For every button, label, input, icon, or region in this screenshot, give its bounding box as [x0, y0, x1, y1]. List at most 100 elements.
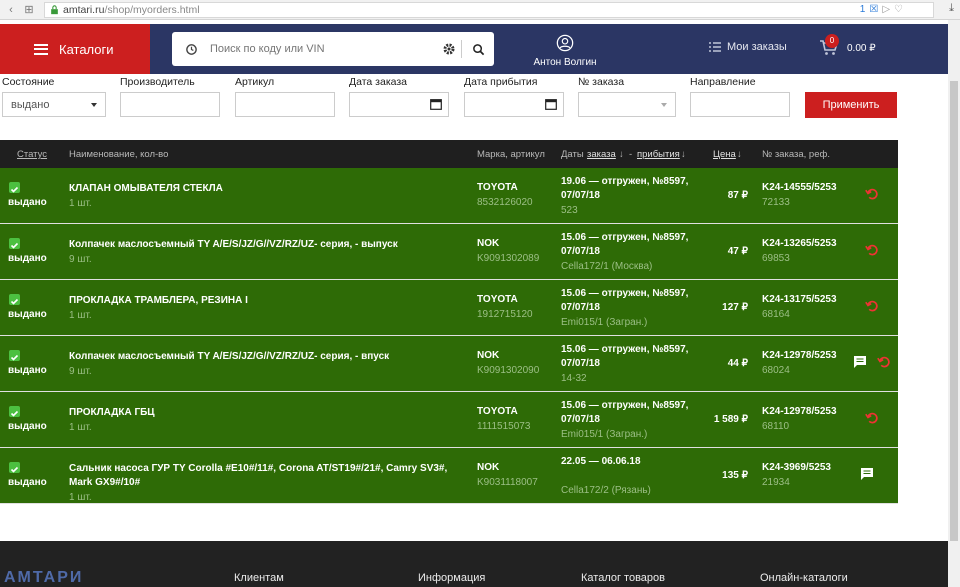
table-header: Статус Наименование, кол-во Марка, артик… [0, 140, 898, 168]
table-row: выдано Колпачек маслосъемный TY A/E/S/JZ/… [0, 336, 898, 392]
calendar-icon[interactable] [545, 98, 557, 110]
address-bar[interactable]: amtari.ru/shop/myorders.html 1 ☒ ▷ ♡ [44, 2, 934, 18]
download-icon[interactable]: ⤓ [949, 2, 954, 15]
item-price: 127 ₽ [722, 302, 748, 313]
direction-input[interactable] [690, 92, 790, 117]
search-input[interactable] [210, 43, 437, 55]
gear-icon[interactable] [437, 42, 461, 56]
sort-arrival-date[interactable]: прибытия [637, 149, 680, 160]
scrollbar[interactable] [948, 76, 960, 587]
item-name: Колпачек маслосъемный TY A/E/S/JZ/G//VZ/… [69, 351, 390, 362]
item-price: 44 ₽ [727, 358, 748, 369]
chevron-down-icon [661, 103, 667, 107]
article-filter-label: Артикул [235, 76, 275, 88]
catalogs-label: Каталоги [59, 41, 114, 57]
checkbox-checked-icon [9, 462, 20, 473]
footer-online-catalogs-link[interactable]: Онлайн-каталоги [760, 572, 848, 584]
back-icon[interactable]: ‹ [4, 4, 18, 16]
item-name: Сальник насоса ГУР TY Corolla #E10#/11#,… [69, 463, 448, 488]
item-price: 1 589 ₽ [713, 414, 748, 425]
order-number: K24-12978/5253 [762, 406, 837, 417]
order-number: K24-3969/5253 [762, 462, 831, 473]
order-no-select[interactable] [578, 92, 676, 117]
item-article: 1111515073 [477, 421, 531, 432]
scrollbar-thumb[interactable] [950, 81, 958, 541]
footer-clients-link[interactable]: Клиентам [234, 572, 284, 584]
status-badge: выдано [8, 197, 47, 208]
item-brand: NOK [477, 350, 500, 361]
calendar-icon[interactable] [430, 98, 442, 110]
item-place: Emi015/1 (Загран.) [561, 429, 648, 440]
order-date-input[interactable] [349, 92, 449, 117]
item-brand: NOK [477, 462, 500, 473]
arrival-date-input[interactable] [464, 92, 564, 117]
item-qty: 1 шт. [69, 198, 92, 209]
status-badge: выдано [8, 365, 47, 376]
article-input[interactable] [235, 92, 335, 117]
search-icon[interactable] [462, 43, 494, 56]
item-name: ПРОКЛАДКА ТРАМБЛЕРА, РЕЗИНА I [69, 295, 248, 306]
return-icon[interactable] [877, 355, 891, 369]
sort-order-date[interactable]: заказа [587, 149, 616, 160]
item-brand: TOYOTA [477, 182, 518, 193]
footer-logo[interactable]: АМТАРИ [4, 569, 83, 587]
apply-button[interactable]: Применить [805, 92, 897, 118]
sort-arrow-icon: ↓ - [619, 149, 633, 160]
item-dates: 19.06 — отгружен, №8597, 07/07/18 [561, 176, 689, 201]
extension-icon[interactable]: ☒ [869, 4, 878, 15]
user-profile[interactable]: Антон Волгин [530, 34, 600, 68]
status-filter-label: Состояние [2, 76, 55, 88]
sort-price[interactable]: Цена [713, 149, 736, 160]
order-number: K24-13175/5253 [762, 294, 837, 305]
orders-table: Статус Наименование, кол-во Марка, артик… [0, 140, 898, 504]
item-dates: 15.06 — отгружен, №8597, 07/07/18 [561, 288, 689, 313]
col-status[interactable]: Статус [17, 149, 47, 160]
order-ref: 21934 [762, 477, 790, 488]
search-box [172, 32, 494, 66]
share-icon[interactable]: ▷ [882, 4, 890, 15]
order-no-label: № заказа [578, 76, 625, 88]
item-brand: TOYOTA [477, 294, 518, 305]
catalogs-button[interactable]: Каталоги [0, 24, 150, 74]
maker-filter-label: Производитель [120, 76, 195, 88]
item-qty: 1 шт. [69, 492, 92, 503]
checkbox-checked-icon [9, 182, 20, 193]
footer-catalog-link[interactable]: Каталог товаров [581, 572, 665, 584]
footer-info-link[interactable]: Информация [418, 572, 485, 584]
cart-count-badge: 0 [825, 34, 839, 48]
heart-icon[interactable]: ♡ [894, 4, 903, 15]
item-article: K9091302089 [477, 253, 540, 264]
cart-total: 0.00 ₽ [847, 43, 876, 54]
history-icon[interactable] [172, 43, 210, 56]
item-dates: 15.06 — отгружен, №8597, 07/07/18 [561, 232, 689, 257]
return-icon[interactable] [865, 299, 879, 313]
return-icon[interactable] [865, 243, 879, 257]
return-icon[interactable] [865, 411, 879, 425]
col-dates: Даты [561, 149, 584, 160]
maker-input[interactable] [120, 92, 220, 117]
return-icon[interactable] [865, 187, 879, 201]
status-select[interactable]: выдано [2, 92, 106, 117]
menu-icon [34, 43, 48, 55]
item-qty: 9 шт. [69, 254, 92, 265]
order-date-label: Дата заказа [349, 76, 408, 88]
item-price: 135 ₽ [722, 470, 748, 481]
item-price: 87 ₽ [727, 190, 748, 201]
checkbox-checked-icon [9, 350, 20, 361]
browser-toolbar: ‹ ⊞ amtari.ru/shop/myorders.html 1 ☒ ▷ ♡… [0, 0, 960, 20]
comment-icon[interactable] [853, 355, 867, 369]
order-ref: 72133 [762, 197, 790, 208]
checkbox-checked-icon [9, 406, 20, 417]
user-name: Антон Волгин [533, 57, 597, 68]
apps-grid-icon[interactable]: ⊞ [22, 3, 36, 16]
order-number: K24-12978/5253 [762, 350, 837, 361]
item-article: K9031118007 [477, 477, 538, 488]
item-qty: 1 шт. [69, 422, 92, 433]
item-dates: 22.05 — 06.06.18 [561, 456, 641, 467]
my-orders-link[interactable]: Мои заказы [709, 41, 787, 53]
site-footer: АМТАРИ Клиентам Информация Каталог товар… [0, 541, 948, 587]
item-place: 14-32 [561, 373, 587, 384]
comment-icon[interactable] [860, 467, 874, 481]
item-name: ПРОКЛАДКА ГБЦ [69, 407, 155, 418]
item-article: 1912715120 [477, 309, 533, 320]
